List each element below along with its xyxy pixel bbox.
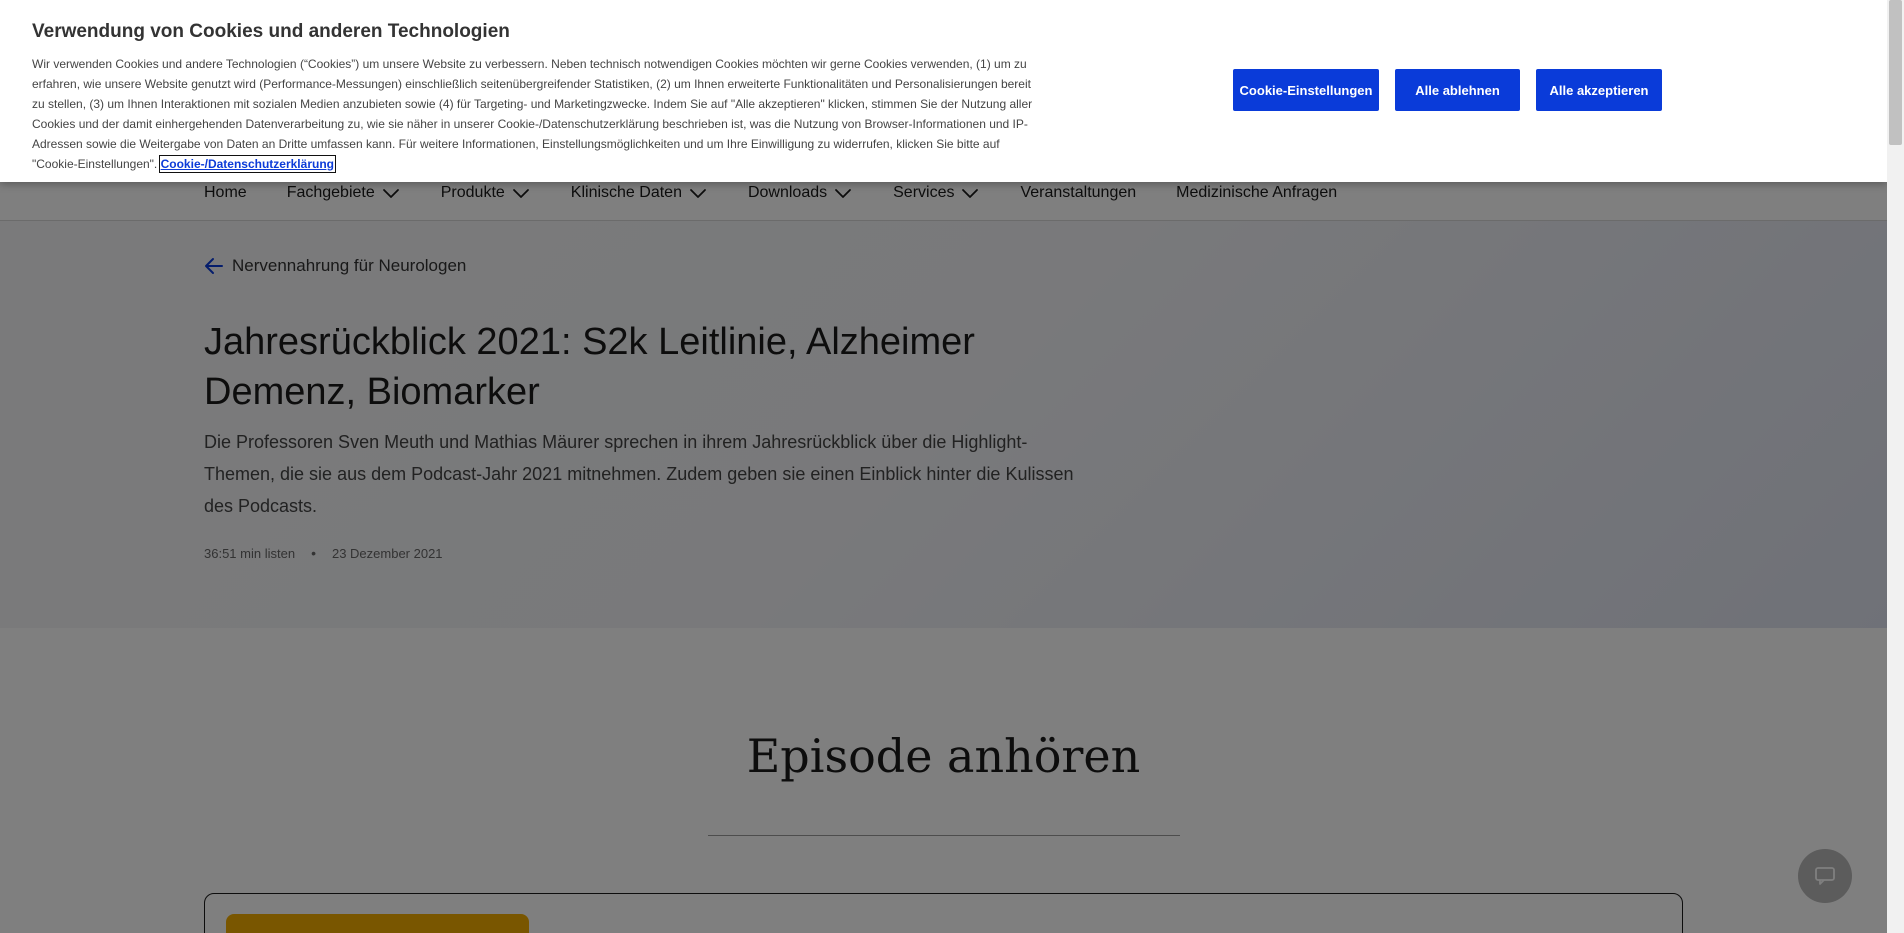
cookie-settings-button[interactable]: Cookie-Einstellungen xyxy=(1233,69,1379,111)
cookie-banner-text: Wir verwenden Cookies und andere Technol… xyxy=(32,54,1042,174)
cookie-banner-title: Verwendung von Cookies und anderen Techn… xyxy=(32,21,510,42)
cookie-banner: Verwendung von Cookies und anderen Techn… xyxy=(0,0,1887,182)
scrollbar-thumb[interactable] xyxy=(1889,0,1902,145)
cookie-banner-body: Wir verwenden Cookies und andere Technol… xyxy=(32,57,1033,171)
scrollbar[interactable] xyxy=(1887,0,1904,933)
accept-all-button[interactable]: Alle akzeptieren xyxy=(1536,69,1662,111)
privacy-policy-link[interactable]: Cookie-/Datenschutzerklärung xyxy=(158,155,336,173)
reject-all-button[interactable]: Alle ablehnen xyxy=(1395,69,1520,111)
